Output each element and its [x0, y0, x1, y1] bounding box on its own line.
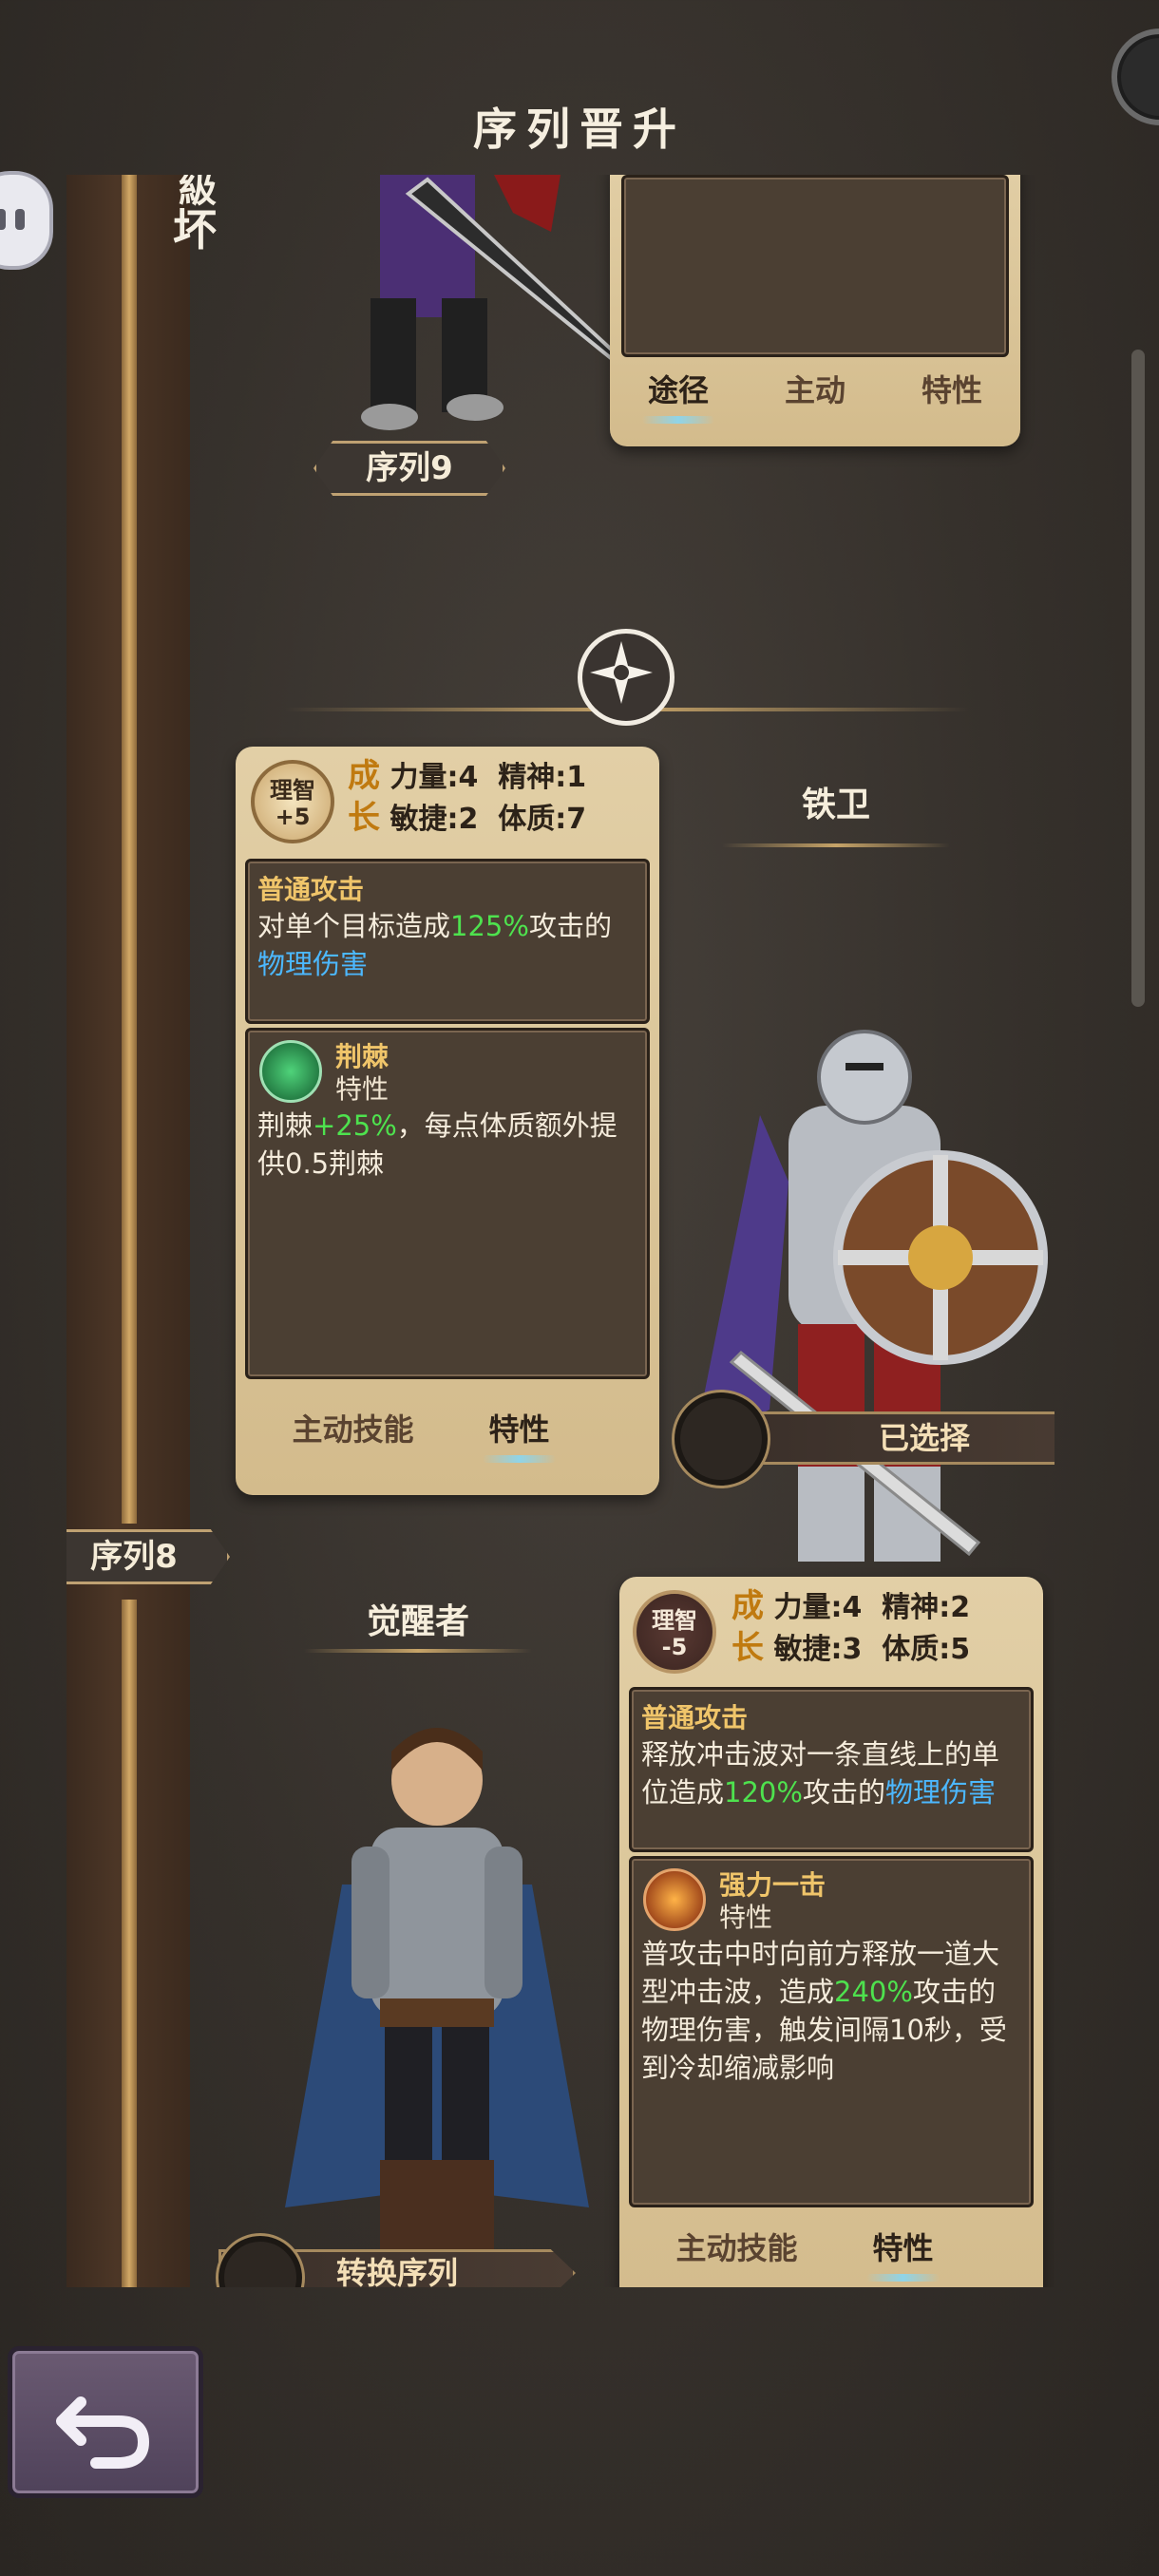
hero1-tabs: 主动技能 特性 [255, 1406, 587, 1463]
stat-agility: 敏捷:3 [773, 1633, 863, 1666]
growth-label: 长 [348, 799, 380, 837]
hero1-info-panel: 理智 +5 成 力量:4 精神:1 长 敏捷:2 体质:7 普通攻击 对单个目标… [236, 747, 659, 1495]
hero1-stats: 成 力量:4 精神:1 长 敏捷:2 体质:7 [348, 756, 652, 840]
hero1-sanity-badge: 理智 +5 [251, 760, 334, 843]
back-button[interactable] [8, 2346, 203, 2498]
tab-trait[interactable]: 特性 [922, 367, 982, 410]
sequence-scroll-view[interactable]: 級 坏 序列9 途径 主动 特性 理智 +5 成 力量:4 精神:1 长 敏捷:… [66, 175, 1054, 2287]
sequence9-info-panel: 途径 主动 特性 [610, 175, 1020, 446]
page-title: 序列晋升 [473, 104, 686, 155]
thorns-icon [259, 1040, 322, 1103]
hero2-name: 觉醒者 [366, 1601, 469, 1641]
hero2-attack-box: 普通攻击 释放冲击波对一条直线上的单位造成120%攻击的物理伤害 [629, 1687, 1034, 1852]
sanity-value: +5 [275, 804, 311, 830]
scrollbar[interactable] [1131, 350, 1145, 1007]
hero2-tabs: 主动技能 特性 [638, 2225, 971, 2282]
tab-active-skill[interactable]: 主动 [785, 367, 846, 410]
back-arrow-icon [56, 2396, 150, 2469]
timeline-line [122, 175, 137, 1524]
hero2-stats: 成 力量:4 精神:2 长 敏捷:3 体质:5 [732, 1586, 1036, 1670]
trait-type: 特性 [335, 1073, 390, 1105]
hero2-trait-box: 强力一击 特性 普攻击中时向前方释放一道大型冲击波，造成240%攻击的物理伤害，… [629, 1856, 1034, 2207]
stat-constitution: 体质:5 [882, 1633, 971, 1666]
stat-spirit: 精神:1 [498, 761, 587, 794]
side-chat-button[interactable] [0, 171, 53, 270]
sequence-8-tag: 序列8 [66, 1529, 230, 1584]
hero1-trait-box: 荆棘 特性 荆棘+25%，每点体质额外提供0.5荆棘 [245, 1028, 650, 1379]
hero2-info-panel: 理智 -5 成 力量:4 精神:2 长 敏捷:3 体质:5 普通攻击 释放冲击波… [619, 1577, 1043, 2287]
stat-strength: 力量:4 [773, 1591, 863, 1624]
star-emblem-icon [578, 629, 674, 726]
growth-label: 长 [732, 1629, 764, 1667]
growth-label: 成 [348, 757, 380, 795]
name-underline [722, 843, 950, 847]
stat-constitution: 体质:7 [498, 803, 587, 836]
sanity-label: 理智 [270, 777, 315, 804]
tab-trait[interactable]: 特性 [866, 2225, 940, 2282]
hero2-sanity-badge: 理智 -5 [633, 1590, 716, 1674]
hero1-attack-box: 普通攻击 对单个目标造成125%攻击的物理伤害 [245, 859, 650, 1024]
sanity-label: 理智 [652, 1607, 697, 1634]
attack-title: 普通攻击 [641, 1702, 749, 1733]
tab-trait[interactable]: 特性 [483, 1406, 556, 1463]
stat-strength: 力量:4 [390, 761, 479, 794]
trait-type: 特性 [719, 1902, 773, 1933]
sanity-value: -5 [661, 1634, 688, 1660]
tab-active-skill[interactable]: 主动技能 [675, 2225, 797, 2268]
sequence9-tabs: 途径 主动 特性 [610, 367, 1020, 424]
select-ring-icon [674, 1392, 768, 1486]
trait-description: 荆棘+25%，每点体质额外提供0.5荆棘 [257, 1109, 618, 1180]
trait-description: 普攻击中时向前方释放一道大型冲击波，造成240%攻击的物理伤害，触发间隔10秒，… [641, 1938, 1007, 2084]
hero1-name: 铁卫 [801, 785, 870, 824]
tab-path[interactable]: 途径 [641, 367, 715, 424]
stat-spirit: 精神:2 [882, 1591, 971, 1624]
path-label: 坏 [173, 204, 217, 256]
hero1-selected-button[interactable]: 已选择 [750, 1411, 1054, 1465]
hero2-awakener-image[interactable] [266, 1714, 608, 2264]
timeline-line [122, 1600, 137, 2287]
growth-label: 成 [732, 1587, 764, 1625]
tab-active-skill[interactable]: 主动技能 [292, 1406, 413, 1449]
stat-agility: 敏捷:2 [390, 803, 479, 836]
power-strike-icon [643, 1868, 706, 1931]
attack-description: 释放冲击波对一条直线上的单位造成120%攻击的物理伤害 [641, 1738, 1000, 1809]
info-box [621, 175, 1009, 357]
sequence-9-tag: 序列9 [314, 441, 505, 496]
name-underline [304, 1649, 532, 1653]
attack-description: 对单个目标造成125%攻击的物理伤害 [257, 910, 612, 980]
attack-title: 普通攻击 [257, 874, 365, 905]
